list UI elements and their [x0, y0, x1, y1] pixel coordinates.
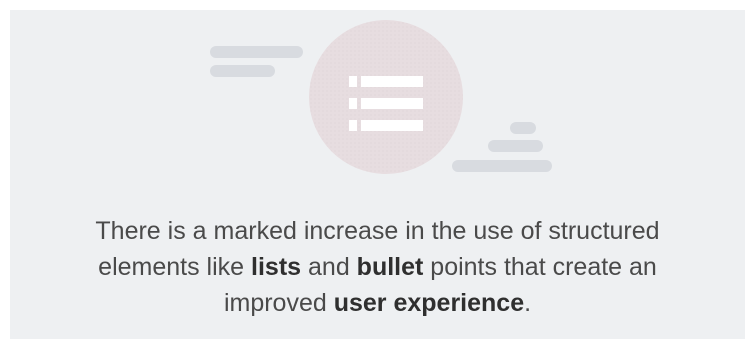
caption-line-3: improved user experience.: [10, 285, 745, 321]
caption-line-2-mid: and: [301, 253, 357, 281]
caption-text: There is a marked increase in the use of…: [10, 213, 745, 321]
caption-line-1-text: There is a marked increase in the use of…: [95, 217, 660, 245]
caption-line-3-post: .: [524, 289, 532, 317]
emphasis-user-experience: user experience: [333, 289, 525, 317]
list-illustration: [210, 20, 552, 174]
emphasis-bullet: bullet: [356, 253, 424, 281]
cloud-left-icon: [210, 46, 303, 77]
caption-line-3-pre: improved: [223, 289, 334, 317]
icon-circle: [309, 20, 463, 174]
emphasis-lists: lists: [251, 253, 302, 281]
caption-line-1: There is a marked increase in the use of…: [10, 213, 745, 249]
info-card: There is a marked increase in the use of…: [10, 10, 745, 339]
caption-line-2-pre: elements like: [98, 253, 252, 281]
cloud-right-icon: [452, 122, 552, 172]
caption-line-2-post: points that create an: [423, 253, 657, 281]
caption-line-2: elements like lists and bullet points th…: [10, 249, 745, 285]
